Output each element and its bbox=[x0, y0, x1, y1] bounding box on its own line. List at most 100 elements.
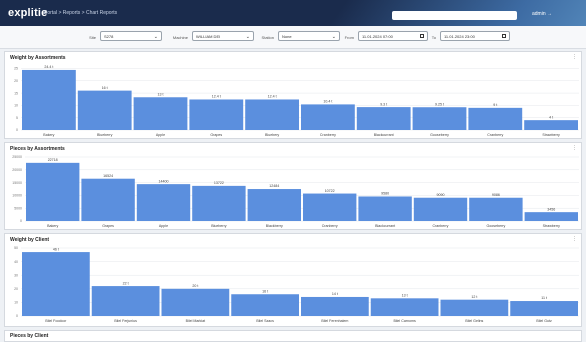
x-tick-label: Blueberry bbox=[211, 224, 227, 228]
x-tick-label: Strawberry bbox=[542, 133, 560, 137]
data-label: 16 t bbox=[262, 289, 268, 293]
data-label: 12484 bbox=[269, 184, 279, 188]
data-label: 9 t bbox=[493, 103, 497, 107]
filter-label-station: Station bbox=[261, 35, 274, 40]
y-tick-label: 30 bbox=[14, 273, 18, 277]
y-tick-label: 5000 bbox=[14, 206, 22, 210]
logo-text: explitie bbox=[8, 7, 48, 19]
y-tick-label: 20 bbox=[14, 79, 18, 83]
pieces-by-client-panel: Pieces by Client bbox=[4, 330, 582, 342]
y-tick-label: 15 bbox=[14, 91, 18, 95]
y-tick-label: 0 bbox=[16, 128, 18, 132]
bar bbox=[91, 286, 160, 316]
bar bbox=[77, 90, 132, 130]
data-label: 9090 bbox=[437, 193, 445, 197]
bar bbox=[247, 189, 301, 221]
to-date-input[interactable]: 11.01.2024 23:00 bbox=[440, 31, 510, 41]
filter-bar: Site S278 ⌄ Machine WILLIAM DEI ⌄ Station … bbox=[0, 26, 586, 49]
data-label: 13 t bbox=[158, 92, 164, 96]
data-label: 9086 bbox=[492, 193, 500, 197]
x-tick-label: Cranberry bbox=[322, 224, 338, 228]
weight-by-assortments-panel: Weight by Assortments ⋮ 0 5 10 15 20 25 24.4 t… bbox=[4, 51, 582, 139]
filter-label-site: Site bbox=[89, 35, 96, 40]
data-label: 13 t bbox=[402, 294, 408, 298]
x-tick-label: Grapes bbox=[102, 224, 114, 228]
bar bbox=[524, 212, 578, 221]
x-tick-label: Bakery bbox=[47, 224, 58, 228]
y-tick-label: 40 bbox=[14, 260, 18, 264]
filter-label-to: To bbox=[431, 35, 436, 40]
x-tick-label: Bilel Foodcor bbox=[45, 319, 67, 323]
user-menu[interactable]: admin → bbox=[532, 11, 552, 17]
bar bbox=[245, 99, 299, 130]
x-tick-label: Bilel Szacs bbox=[256, 319, 274, 323]
y-tick-label: 10000 bbox=[12, 194, 22, 198]
x-tick-label: Blackcurrant bbox=[374, 133, 394, 137]
data-label: 14400 bbox=[159, 179, 169, 183]
breadcrumb[interactable]: Portal > Reports > Chart Reports bbox=[44, 10, 117, 16]
site-select[interactable]: S278 ⌄ bbox=[100, 31, 162, 41]
data-label: 3456 bbox=[547, 207, 555, 211]
bar bbox=[22, 252, 90, 316]
calendar-icon[interactable] bbox=[502, 34, 506, 38]
bar bbox=[413, 197, 468, 221]
bar bbox=[412, 107, 467, 130]
weight-by-client-chart: 0 10 20 30 40 50 46 t Bilel Foodcor 22 t Bilel Fe… bbox=[14, 246, 579, 323]
app-logo[interactable]: explitie bbox=[8, 7, 48, 19]
bar bbox=[469, 197, 523, 221]
pieces-by-assortments-panel: Pieces by Assortments ⋮ 0 5000 10000 15000 2… bbox=[4, 142, 582, 230]
panel-title: Pieces by Client bbox=[10, 333, 49, 339]
bar bbox=[301, 104, 355, 130]
data-label: 9.3 t bbox=[380, 102, 387, 106]
x-tick-label: Bilel Carnoms bbox=[393, 319, 416, 323]
station-select-value: None bbox=[282, 34, 292, 39]
x-tick-label: Strawberry bbox=[543, 224, 561, 228]
y-tick-label: 10 bbox=[14, 104, 18, 108]
x-tick-label: Blackcurrant bbox=[375, 224, 395, 228]
bar bbox=[22, 69, 76, 130]
data-label: 22 t bbox=[123, 281, 129, 285]
data-label: 20 t bbox=[192, 284, 198, 288]
x-tick-label: Cranberry bbox=[433, 224, 449, 228]
weight-by-client-panel: Weight by Client ⋮ 0 10 20 30 40 50 46 t Bilel … bbox=[4, 233, 582, 327]
bar bbox=[301, 296, 369, 316]
pieces-by-assortments-chart: 0 5000 10000 15000 20000 25000 22718 Bakery 1652… bbox=[12, 155, 579, 228]
x-tick-label: Bakery bbox=[43, 133, 54, 137]
y-tick-label: 25000 bbox=[12, 155, 22, 159]
y-tick-label: 0 bbox=[16, 314, 18, 318]
bar bbox=[133, 97, 188, 130]
bar bbox=[510, 301, 578, 316]
data-label: 14 t bbox=[332, 292, 338, 296]
y-tick-label: 20 bbox=[14, 287, 18, 291]
data-label: 16524 bbox=[103, 174, 113, 178]
data-label: 13722 bbox=[214, 181, 224, 185]
x-tick-label: Bilel Markiat bbox=[186, 319, 206, 323]
data-label: 46 t bbox=[53, 247, 59, 251]
y-tick-label: 20000 bbox=[12, 168, 22, 172]
bar bbox=[136, 184, 191, 221]
x-tick-label: Cranberry bbox=[487, 133, 503, 137]
x-tick-label: Gooseberry bbox=[487, 224, 506, 228]
data-label: 9580 bbox=[381, 192, 389, 196]
bar bbox=[192, 185, 246, 221]
y-tick-label: 10 bbox=[14, 301, 18, 305]
machine-select-value: WILLIAM DEI bbox=[196, 34, 221, 39]
y-tick-label: 15000 bbox=[12, 181, 22, 185]
bar bbox=[440, 299, 509, 316]
bar bbox=[189, 99, 244, 130]
y-tick-label: 25 bbox=[14, 67, 18, 71]
bar bbox=[370, 298, 439, 316]
data-label: 11 t bbox=[541, 296, 547, 300]
search-input[interactable] bbox=[392, 11, 517, 20]
y-tick-label: 5 bbox=[16, 116, 18, 120]
y-tick-label: 0 bbox=[20, 219, 22, 223]
filter-label-machine: Machine bbox=[172, 35, 188, 40]
data-label: 10722 bbox=[325, 189, 335, 193]
data-label: 12.4 t bbox=[212, 95, 221, 99]
x-tick-label: Apple bbox=[159, 224, 168, 228]
x-tick-label: Bluebery bbox=[265, 133, 279, 137]
x-tick-label: Blackberry bbox=[266, 224, 283, 228]
bar bbox=[524, 120, 578, 130]
x-tick-label: Bilel Ferenhalem bbox=[321, 319, 348, 323]
data-label: 12.4 t bbox=[268, 95, 277, 99]
